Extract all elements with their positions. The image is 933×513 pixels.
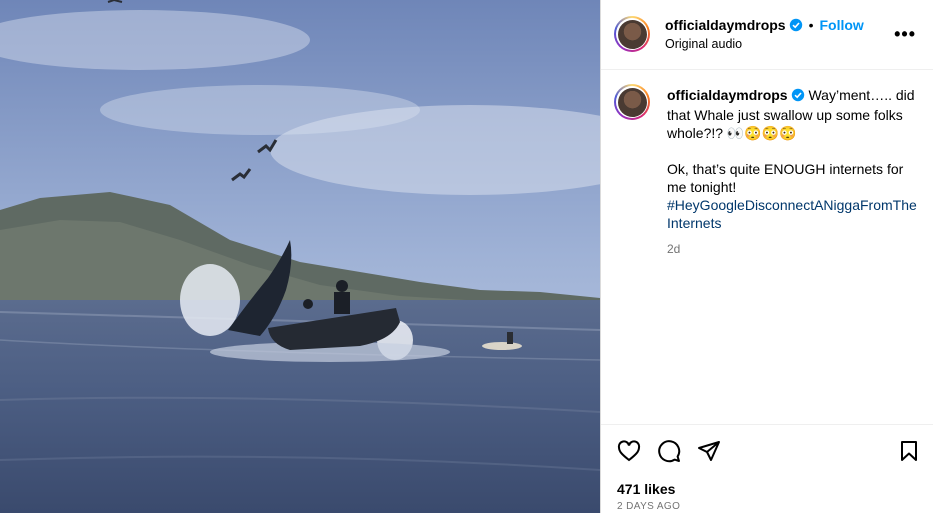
audio-label[interactable]: Original audio (665, 37, 742, 51)
verified-badge-icon (789, 18, 803, 37)
username-link[interactable]: officialdaymdrops (665, 17, 786, 33)
likes-count[interactable]: 471 likes (617, 481, 675, 497)
hashtag-link[interactable]: #HeyGoogleDisconnectANiggaFromTheInterne… (667, 196, 917, 232)
heart-icon[interactable] (617, 439, 641, 468)
post-timestamp[interactable]: 2 DAYS AGO (617, 501, 680, 512)
profile-photo (617, 19, 647, 49)
caption-username-link[interactable]: officialdaymdrops (667, 87, 788, 103)
post-details-panel: officialdaymdrops • Follow Original audio … (600, 0, 933, 513)
send-icon[interactable] (697, 439, 721, 468)
caption-first-line: officialdaymdrops Way’ment….. did that W… (667, 86, 917, 142)
comment-icon[interactable] (657, 439, 681, 468)
header-meta: officialdaymdrops • Follow (665, 17, 864, 37)
profile-photo (617, 87, 647, 117)
avatar[interactable] (614, 16, 650, 52)
post-caption: officialdaymdrops Way’ment….. did that W… (667, 86, 917, 258)
follow-button[interactable]: Follow (820, 17, 864, 33)
more-options-icon[interactable]: ••• (894, 24, 916, 45)
post-video[interactable] (0, 0, 600, 513)
whale-breach-scene (0, 0, 600, 513)
separator-dot: • (808, 17, 814, 33)
caption-text-second: Ok, that’s quite ENOUGH internets for me… (667, 161, 904, 195)
caption-age: 2d (667, 242, 681, 256)
post-header: officialdaymdrops • Follow Original audio … (601, 0, 933, 70)
bookmark-icon[interactable] (897, 439, 921, 468)
action-bar: 471 likes 2 DAYS AGO (601, 424, 933, 513)
verified-badge-icon (791, 88, 805, 106)
caption-avatar[interactable] (614, 84, 650, 120)
